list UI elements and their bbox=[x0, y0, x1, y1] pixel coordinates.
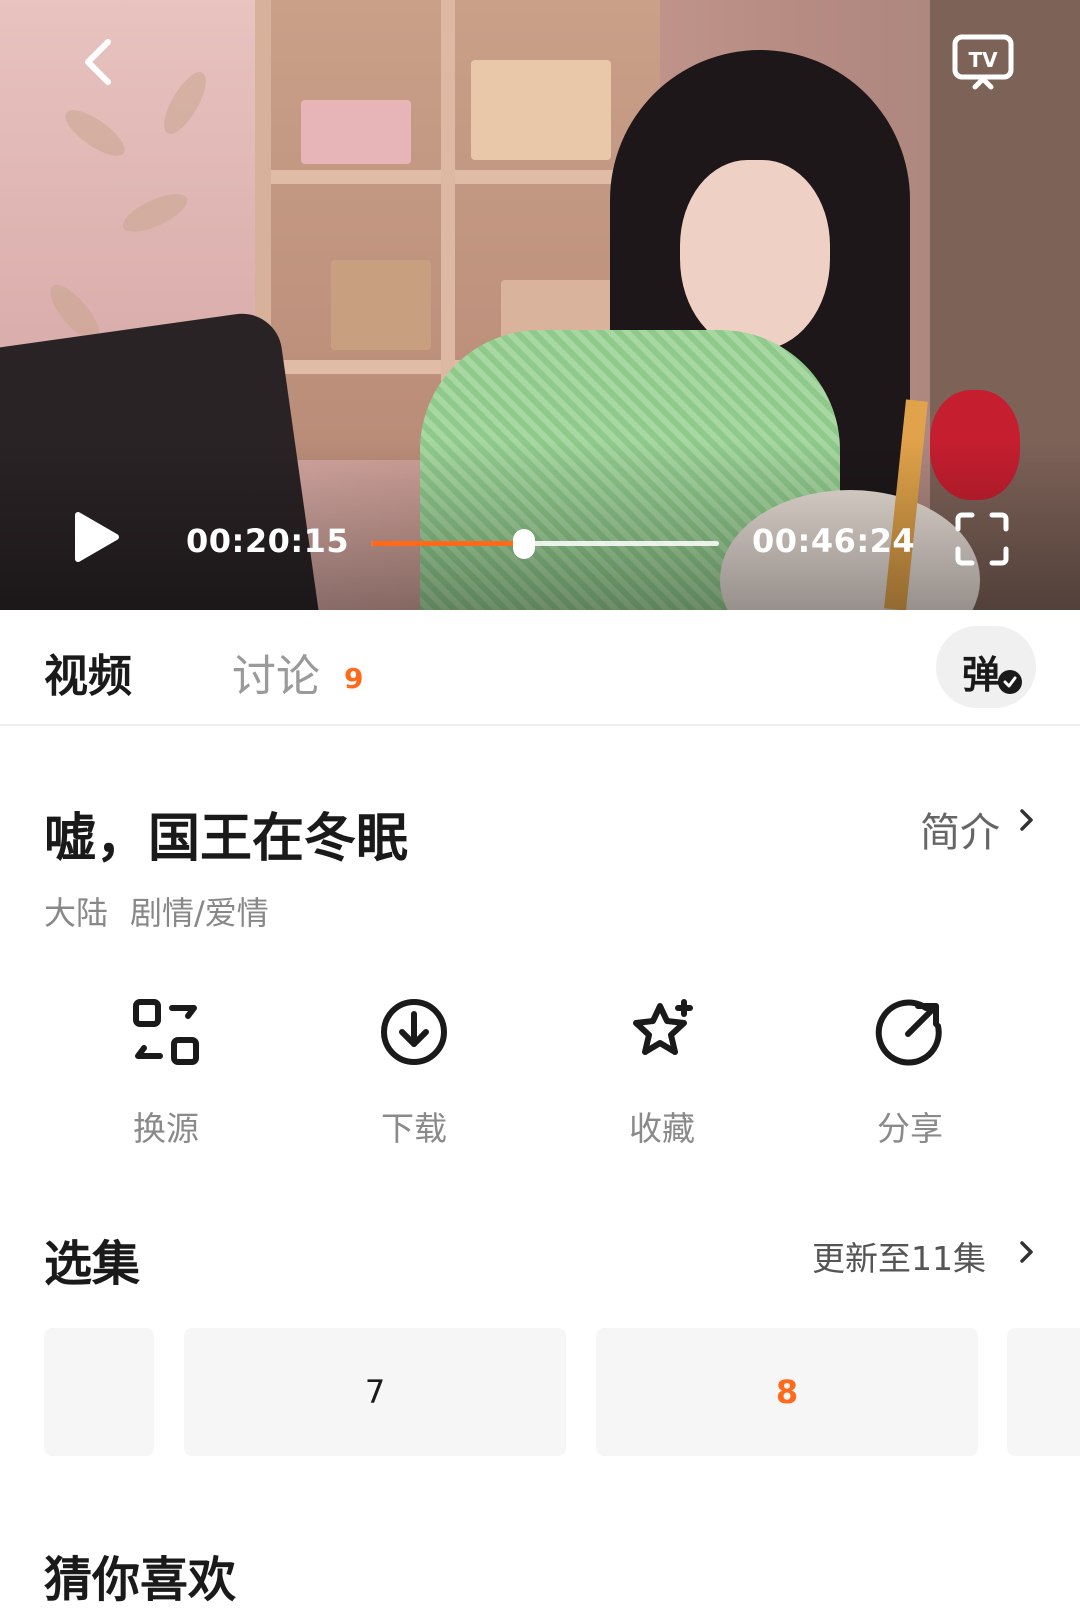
episode-card-current[interactable]: 8 bbox=[596, 1328, 978, 1456]
video-frame-face bbox=[680, 160, 830, 350]
switch-source-icon bbox=[133, 999, 199, 1065]
back-icon bbox=[85, 39, 111, 85]
back-button[interactable] bbox=[66, 30, 130, 94]
intro-link[interactable]: 简介 bbox=[920, 800, 1000, 858]
favorite-icon bbox=[633, 999, 693, 1055]
progress-bar[interactable] bbox=[371, 529, 719, 559]
tab-discussion[interactable]: 讨论 bbox=[232, 640, 320, 704]
episode-list[interactable]: 7 8 bbox=[0, 1328, 1080, 1456]
video-frame-decor bbox=[156, 66, 214, 140]
tab-video[interactable]: 视频 bbox=[44, 640, 132, 704]
download-button[interactable]: 下载 bbox=[329, 990, 499, 1150]
danmaku-check-icon bbox=[998, 670, 1022, 694]
chevron-right-icon[interactable] bbox=[1012, 1238, 1040, 1266]
progress-thumb[interactable] bbox=[513, 529, 536, 559]
controls-gradient bbox=[0, 440, 1080, 610]
download-icon bbox=[381, 999, 447, 1065]
episodes-title: 选集 bbox=[44, 1236, 141, 1292]
current-time: 00:20:15 bbox=[186, 522, 350, 560]
episode-card[interactable]: 7 bbox=[184, 1328, 566, 1456]
action-bar: 换源 下载 收藏 分享 bbox=[0, 990, 1080, 1150]
show-region: 大陆 bbox=[44, 894, 109, 932]
favorite-label: 收藏 bbox=[629, 1109, 695, 1148]
fullscreen-button[interactable] bbox=[952, 509, 1012, 569]
recommendations-title: 猜你喜欢 bbox=[44, 1552, 237, 1608]
fullscreen-icon bbox=[955, 512, 1009, 566]
show-genre: 剧情/爱情 bbox=[130, 894, 269, 932]
video-frame-decor bbox=[117, 186, 193, 240]
switch-source-button[interactable]: 换源 bbox=[81, 990, 251, 1150]
episode-card[interactable] bbox=[44, 1328, 154, 1456]
tv-cast-button[interactable]: TV bbox=[948, 30, 1018, 94]
progress-fill bbox=[371, 541, 525, 546]
play-button[interactable] bbox=[64, 505, 128, 569]
video-player[interactable]: TV 00:20:15 00:46:24 bbox=[0, 0, 1080, 610]
show-meta: 大陆 剧情/爱情 bbox=[44, 888, 291, 934]
video-frame-decor bbox=[331, 260, 431, 350]
danmaku-label: 弹 bbox=[962, 653, 1001, 697]
total-time: 00:46:24 bbox=[752, 522, 916, 560]
share-button[interactable]: 分享 bbox=[825, 990, 995, 1150]
tv-cast-icon: TV bbox=[952, 34, 1014, 90]
discussion-count-badge: 9 bbox=[344, 662, 364, 695]
share-label: 分享 bbox=[877, 1109, 943, 1148]
chevron-right-icon[interactable] bbox=[1012, 806, 1040, 834]
episodes-update-link[interactable]: 更新至11集 bbox=[812, 1232, 986, 1280]
show-title: 嘘，国王在冬眠 bbox=[44, 809, 409, 869]
share-icon bbox=[875, 999, 942, 1066]
video-frame-decor bbox=[271, 170, 660, 184]
svg-text:TV: TV bbox=[968, 48, 998, 72]
video-frame-decor bbox=[301, 100, 411, 164]
tab-bar: 视频 讨论 9 弹 bbox=[0, 610, 1080, 726]
play-icon bbox=[75, 512, 119, 562]
danmaku-toggle-button[interactable]: 弹 bbox=[936, 626, 1036, 708]
favorite-button[interactable]: 收藏 bbox=[577, 990, 747, 1150]
switch-source-label: 换源 bbox=[133, 1109, 199, 1148]
episode-card[interactable] bbox=[1007, 1328, 1080, 1456]
video-frame-decor bbox=[471, 60, 611, 160]
download-label: 下载 bbox=[381, 1109, 447, 1148]
video-frame-decor bbox=[58, 102, 132, 164]
